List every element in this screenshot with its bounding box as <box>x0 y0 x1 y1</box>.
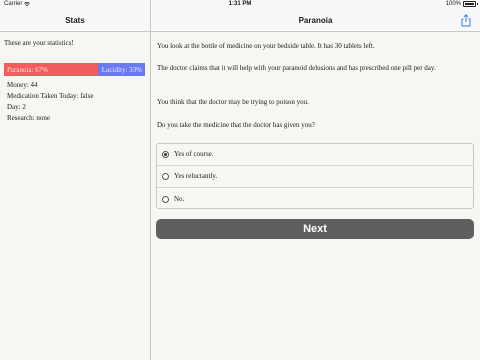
story-panel: You look at the bottle of medicine on yo… <box>151 33 480 360</box>
paranoia-lucidity-meter: Paranoia: 67% Lucidity: 33% <box>4 63 145 76</box>
lucidity-label: Lucidity: 33% <box>101 65 142 74</box>
story-paragraph: You think that the doctor may be trying … <box>157 98 309 106</box>
sidebar-nav-bar: Stats <box>0 10 150 32</box>
story-paragraph: You look at the bottle of medicine on yo… <box>157 42 375 50</box>
paranoia-segment: Paranoia: 67% <box>4 63 99 76</box>
battery-indicator: 100% <box>445 1 478 7</box>
main-nav-bar: Paranoia <box>151 10 480 32</box>
story-question: Do you take the medicine that the doctor… <box>157 121 315 129</box>
share-button[interactable] <box>460 13 472 28</box>
stat-list: Money: 44 Medication Taken Today: false … <box>7 80 93 124</box>
choice-option[interactable]: Yes reluctantly. <box>157 166 473 188</box>
choice-option[interactable]: No. <box>157 188 473 210</box>
choice-label: No. <box>174 194 185 203</box>
stat-research: Research: none <box>7 114 50 122</box>
lucidity-segment: Lucidity: 33% <box>98 63 145 76</box>
page-title: Paranoia <box>298 16 333 25</box>
paranoia-label: Paranoia: 67% <box>7 65 49 74</box>
choice-list: Yes of course. Yes reluctantly. No. <box>156 143 474 209</box>
choice-option[interactable]: Yes of course. <box>157 144 473 166</box>
stat-money: Money: 44 <box>7 81 38 89</box>
stats-intro: These are your statistics! <box>4 39 74 47</box>
status-bar: Carrier 1:31 PM 100% <box>0 0 480 10</box>
share-icon <box>461 14 471 27</box>
radio-icon <box>162 195 169 203</box>
status-time: 1:31 PM <box>228 1 252 7</box>
sidebar-title: Stats <box>65 16 85 25</box>
story-paragraph: The doctor claims that it will help with… <box>157 64 436 72</box>
stat-medication: Medication Taken Today: false <box>7 92 94 100</box>
stat-day: Day: 2 <box>7 103 26 111</box>
radio-icon <box>162 173 169 180</box>
stats-sidebar: These are your statistics! Paranoia: 67%… <box>0 33 150 360</box>
battery-icon <box>463 1 478 7</box>
radio-icon <box>162 151 169 158</box>
battery-percent: 100% <box>445 1 461 7</box>
choice-label: Yes of course. <box>174 150 214 158</box>
next-button[interactable]: Next <box>156 219 474 239</box>
choice-label: Yes reluctantly. <box>174 172 218 180</box>
